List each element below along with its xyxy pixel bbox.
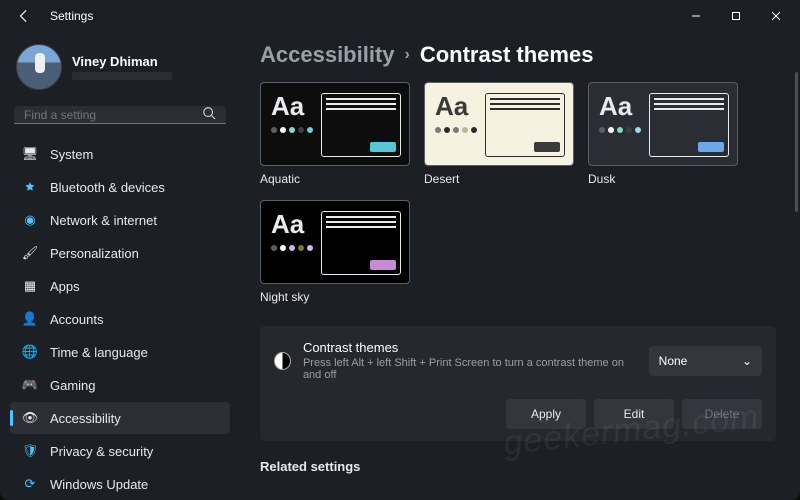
theme-night-sky[interactable]: Aa Night sky: [260, 200, 410, 304]
titlebar: Settings: [0, 0, 800, 32]
palette-dots: [599, 127, 641, 133]
theme-label: Night sky: [260, 290, 410, 304]
globe-icon: 🌐: [22, 344, 38, 360]
apply-button[interactable]: Apply: [506, 399, 586, 429]
accessibility-icon: 👁: [22, 410, 38, 426]
user-name: Viney Dhiman: [72, 54, 172, 69]
user-block[interactable]: Viney Dhiman: [10, 38, 230, 100]
theme-label: Aquatic: [260, 172, 410, 186]
search-input[interactable]: [24, 108, 202, 122]
window-title: Settings: [50, 9, 93, 23]
wifi-icon: ◉: [22, 212, 38, 228]
breadcrumb-parent[interactable]: Accessibility: [260, 42, 395, 68]
sidebar-item-network[interactable]: ◉Network & internet: [10, 204, 230, 236]
chevron-down-icon: ⌄: [742, 354, 752, 368]
sidebar-item-privacy[interactable]: 🛡Privacy & security: [10, 435, 230, 467]
theme-card: Aa: [260, 82, 410, 166]
aa-sample: Aa: [271, 93, 313, 119]
aa-sample: Aa: [271, 211, 313, 237]
theme-label: Dusk: [588, 172, 738, 186]
page-title: Contrast themes: [420, 42, 594, 68]
shield-icon: 🛡: [22, 443, 38, 459]
delete-button: Delete: [682, 399, 762, 429]
palette-dots: [435, 127, 477, 133]
palette-dots: [271, 127, 313, 133]
panel-title: Contrast themes: [303, 340, 637, 355]
theme-card: Aa: [424, 82, 574, 166]
minimize-button[interactable]: [676, 0, 716, 32]
sidebar-item-system[interactable]: 🖥System: [10, 138, 230, 170]
nav: 🖥System 🟊Bluetooth & devices ◉Network & …: [10, 138, 230, 500]
user-email: [72, 72, 172, 80]
sidebar-item-gaming[interactable]: 🎮Gaming: [10, 369, 230, 401]
brush-icon: 🖌: [22, 245, 38, 261]
system-icon: 🖥: [22, 146, 38, 162]
sidebar-item-update[interactable]: ⟳Windows Update: [10, 468, 230, 500]
sidebar-item-accounts[interactable]: 👤Accounts: [10, 303, 230, 335]
bluetooth-icon: 🟊: [22, 179, 38, 195]
panel-subtitle: Press left Alt + left Shift + Print Scre…: [303, 357, 637, 381]
related-settings-heading: Related settings: [260, 459, 776, 474]
dropdown-value: None: [659, 354, 688, 368]
scrollbar[interactable]: [795, 72, 798, 212]
sidebar-item-bluetooth[interactable]: 🟊Bluetooth & devices: [10, 171, 230, 203]
theme-card: Aa: [260, 200, 410, 284]
contrast-icon: [274, 352, 291, 370]
update-icon: ⟳: [22, 476, 38, 492]
aa-sample: Aa: [435, 93, 477, 119]
back-button[interactable]: [12, 4, 36, 28]
close-button[interactable]: [756, 0, 796, 32]
theme-grid: Aa Aquatic Aa Desert Aa: [260, 82, 776, 304]
breadcrumb: Accessibility › Contrast themes: [260, 42, 776, 68]
theme-dusk[interactable]: Aa Dusk: [588, 82, 738, 186]
theme-card: Aa: [588, 82, 738, 166]
theme-aquatic[interactable]: Aa Aquatic: [260, 82, 410, 186]
sidebar-item-time[interactable]: 🌐Time & language: [10, 336, 230, 368]
sidebar-item-personalization[interactable]: 🖌Personalization: [10, 237, 230, 269]
theme-label: Desert: [424, 172, 574, 186]
theme-desert[interactable]: Aa Desert: [424, 82, 574, 186]
main-content: Accessibility › Contrast themes Aa Aquat…: [236, 32, 800, 500]
apps-icon: ▦: [22, 278, 38, 294]
aa-sample: Aa: [599, 93, 641, 119]
sidebar: Viney Dhiman 🖥System 🟊Bluetooth & device…: [0, 32, 236, 500]
search-icon: [202, 106, 216, 123]
sidebar-item-accessibility[interactable]: 👁Accessibility: [10, 402, 230, 434]
palette-dots: [271, 245, 313, 251]
theme-dropdown[interactable]: None ⌄: [649, 346, 762, 376]
avatar: [16, 44, 62, 90]
chevron-right-icon: ›: [405, 46, 410, 64]
maximize-button[interactable]: [716, 0, 756, 32]
contrast-themes-panel: Contrast themes Press left Alt + left Sh…: [260, 326, 776, 441]
gaming-icon: 🎮: [22, 377, 38, 393]
search-box[interactable]: [14, 106, 226, 124]
sidebar-item-apps[interactable]: ▦Apps: [10, 270, 230, 302]
edit-button[interactable]: Edit: [594, 399, 674, 429]
accounts-icon: 👤: [22, 311, 38, 327]
